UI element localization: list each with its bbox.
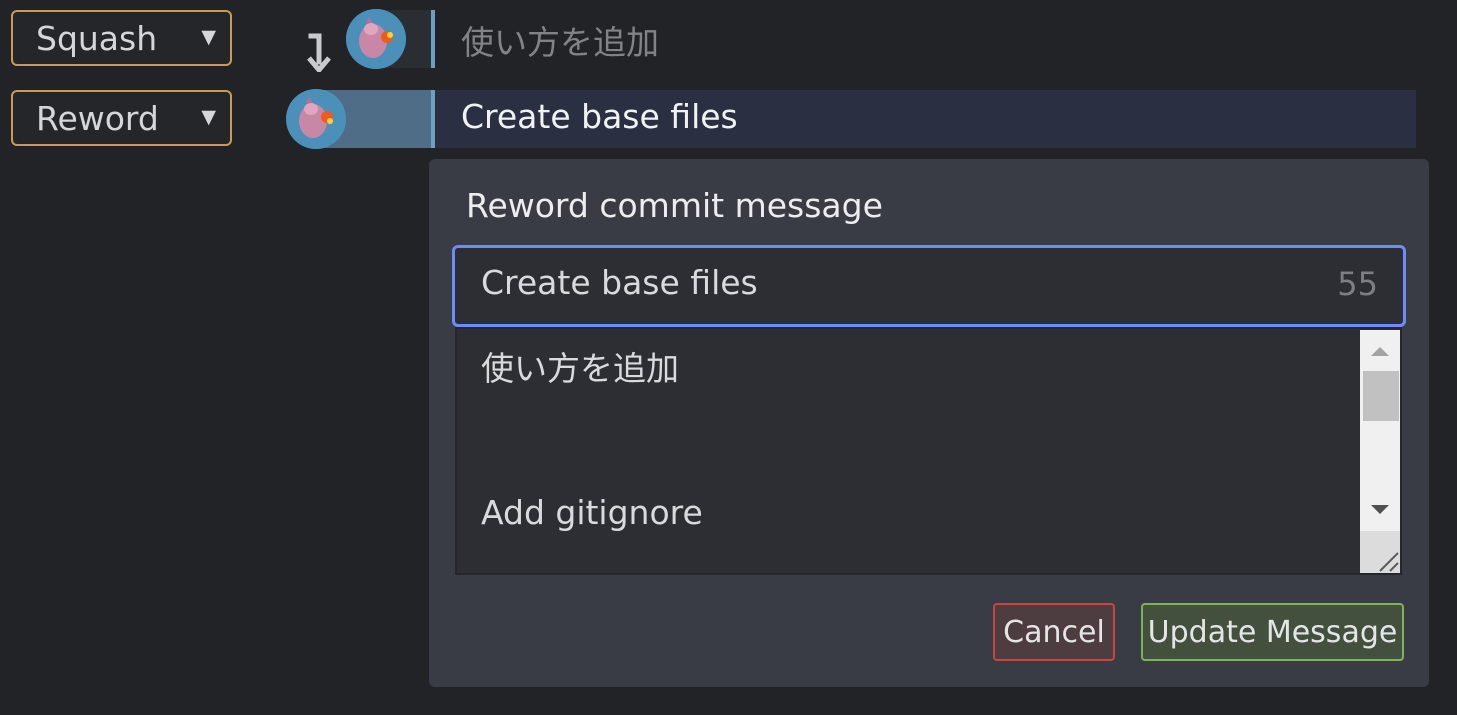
- update-message-button[interactable]: Update Message: [1141, 603, 1404, 661]
- squash-action-label: Squash: [36, 18, 158, 58]
- squash-row-accent-bar: [431, 10, 435, 68]
- commit-body-line: 使い方を追加: [481, 349, 679, 388]
- caret-down-icon: ▼: [201, 106, 216, 128]
- scrollbar-thumb[interactable]: [1363, 371, 1399, 421]
- avatar: [346, 9, 406, 69]
- avatar: [286, 89, 346, 149]
- scroll-up-icon[interactable]: [1360, 331, 1400, 371]
- commit-body-line: Add gitignore: [481, 493, 703, 532]
- summary-char-count: 55: [1337, 265, 1378, 303]
- reword-panel-title: Reword commit message: [466, 186, 883, 225]
- reword-commit-message: Create base files: [461, 97, 738, 136]
- squash-arrow-icon: [307, 33, 331, 72]
- reword-action-label: Reword: [36, 98, 159, 138]
- squash-commit-message: 使い方を追加: [461, 23, 659, 62]
- squash-action-select[interactable]: Squash ▼: [11, 10, 232, 66]
- scroll-down-icon[interactable]: [1360, 490, 1400, 530]
- caret-down-icon: ▼: [201, 26, 216, 48]
- commit-summary-value: Create base files: [481, 263, 758, 302]
- resize-grip-icon[interactable]: [1360, 531, 1400, 573]
- cancel-button[interactable]: Cancel: [993, 603, 1115, 661]
- reword-action-select[interactable]: Reword ▼: [11, 90, 232, 146]
